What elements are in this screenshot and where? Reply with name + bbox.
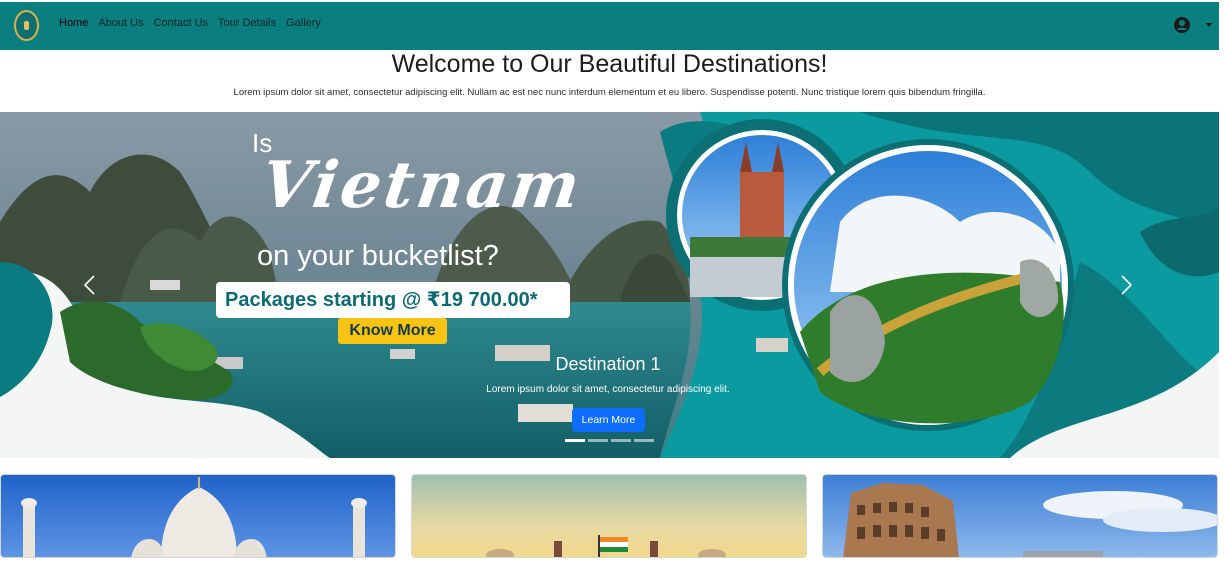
taj-mahal-image [1, 475, 395, 557]
nav-gallery-link[interactable]: Gallery [286, 17, 321, 29]
page-title: Welcome to Our Beautiful Destinations! [391, 50, 828, 78]
india-gate-image [412, 475, 806, 557]
caption-title: Destination 1 [555, 354, 661, 374]
nav-home-link[interactable]: Home [59, 17, 88, 29]
page-subtitle: Lorem ipsum dolor sit amet, consectetur … [233, 87, 986, 98]
user-circle-icon[interactable] [1174, 17, 1190, 33]
nav-links: Home About Us Contact Us Tour Details Ga… [59, 17, 321, 29]
banner-package-price: Packages starting @ ₹19 700.00* [216, 282, 570, 318]
colosseum-image [823, 475, 1217, 557]
brand-logo[interactable] [14, 10, 39, 41]
carousel-indicator[interactable] [588, 439, 608, 442]
hero-carousel: Is Vietnam on your bucketlist? Packages … [0, 112, 1219, 458]
page: Home About Us Contact Us Tour Details Ga… [0, 0, 1225, 562]
carousel-indicators [565, 439, 654, 442]
navbar: Home About Us Contact Us Tour Details Ga… [0, 2, 1219, 50]
carousel-prev-icon[interactable] [82, 274, 96, 296]
nav-about-link[interactable]: About Us [98, 17, 143, 29]
destination-card[interactable] [0, 474, 396, 558]
carousel-indicator[interactable] [565, 439, 585, 442]
chevron-down-icon[interactable] [1206, 23, 1212, 27]
logo-mark-icon [24, 21, 29, 30]
carousel-indicator[interactable] [634, 439, 654, 442]
vietnam-banner-image [0, 112, 1219, 458]
destination-card[interactable] [822, 474, 1218, 558]
carousel-next-icon[interactable] [1120, 274, 1134, 296]
learn-more-button[interactable]: Learn More [572, 408, 645, 432]
banner-know-more: Know More [338, 318, 447, 344]
banner-line-vietnam: Vietnam [256, 148, 588, 223]
carousel-indicator[interactable] [611, 439, 631, 442]
nav-contact-link[interactable]: Contact Us [154, 17, 208, 29]
nav-tour-details-link[interactable]: Tour Details [218, 17, 276, 29]
caption-text: Lorem ipsum dolor sit amet, consectetur … [486, 384, 730, 395]
banner-line-bucketlist: on your bucketlist? [257, 240, 499, 272]
destination-card[interactable] [411, 474, 807, 558]
